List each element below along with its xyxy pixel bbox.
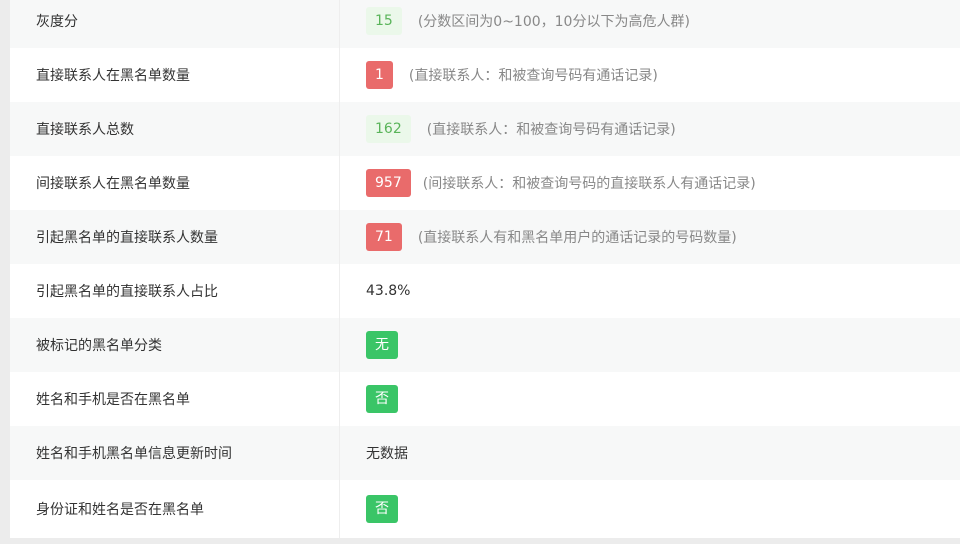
label-cell: 身份证和姓名是否在黑名单: [10, 480, 340, 538]
value-cell: 71 (直接联系人有和黑名单用户的通话记录的号码数量): [340, 210, 960, 264]
table-row-id-name-blacklisted: 身份证和姓名是否在黑名单 否: [10, 480, 960, 538]
value-cell: 否: [340, 372, 960, 426]
label-cell: 直接联系人在黑名单数量: [10, 48, 340, 102]
value-cell: 162 (直接联系人：和被查询号码有通话记录): [340, 102, 960, 156]
row-note: (直接联系人：和被查询号码有通话记录): [426, 122, 676, 138]
row-label: 引起黑名单的直接联系人数量: [36, 230, 218, 246]
count-badge: 162: [366, 115, 411, 143]
label-cell: 引起黑名单的直接联系人数量: [10, 210, 340, 264]
status-badge: 否: [366, 495, 398, 523]
row-note: (间接联系人：和被查询号码的直接联系人有通话记录): [422, 176, 756, 192]
label-cell: 引起黑名单的直接联系人占比: [10, 264, 340, 318]
row-label: 间接联系人在黑名单数量: [36, 176, 190, 192]
label-cell: 被标记的黑名单分类: [10, 318, 340, 372]
value-cell: 43.8%: [340, 264, 960, 318]
row-note: (直接联系人有和黑名单用户的通话记录的号码数量): [417, 230, 737, 246]
table-row-name-phone-blacklisted: 姓名和手机是否在黑名单 否: [10, 372, 960, 426]
status-badge: 否: [366, 385, 398, 413]
row-label: 灰度分: [36, 14, 78, 30]
label-cell: 直接联系人总数: [10, 102, 340, 156]
row-note: (分数区间为0~100，10分以下为高危人群): [417, 14, 690, 30]
value-cell: 957 (间接联系人：和被查询号码的直接联系人有通话记录): [340, 156, 960, 210]
label-cell: 间接联系人在黑名单数量: [10, 156, 340, 210]
count-badge: 1: [366, 61, 393, 89]
row-label: 身份证和姓名是否在黑名单: [36, 502, 204, 518]
score-badge: 15: [366, 7, 402, 35]
row-note: (直接联系人：和被查询号码有通话记录): [408, 68, 658, 84]
status-badge: 无: [366, 331, 398, 359]
table-row-indirect-blacklist-count: 间接联系人在黑名单数量 957 (间接联系人：和被查询号码的直接联系人有通话记录…: [10, 156, 960, 210]
value-cell: 否: [340, 480, 960, 538]
value-cell: 无: [340, 318, 960, 372]
table-row-name-phone-update-time: 姓名和手机黑名单信息更新时间 无数据: [10, 426, 960, 480]
count-badge: 71: [366, 223, 402, 251]
label-cell: 姓名和手机是否在黑名单: [10, 372, 340, 426]
blacklist-info-table: 灰度分 15 (分数区间为0~100，10分以下为高危人群) 直接联系人在黑名单…: [10, 0, 960, 544]
value-cell: 1 (直接联系人：和被查询号码有通话记录): [340, 48, 960, 102]
table-row-causing-contacts-ratio: 引起黑名单的直接联系人占比 43.8%: [10, 264, 960, 318]
count-badge: 957: [366, 169, 411, 197]
table-row-causing-contacts-count: 引起黑名单的直接联系人数量 71 (直接联系人有和黑名单用户的通话记录的号码数量…: [10, 210, 960, 264]
row-label: 姓名和手机是否在黑名单: [36, 392, 190, 408]
table-row-direct-blacklist-count: 直接联系人在黑名单数量 1 (直接联系人：和被查询号码有通话记录): [10, 48, 960, 102]
row-label: 姓名和手机黑名单信息更新时间: [36, 446, 232, 462]
table-row-blacklist-category: 被标记的黑名单分类 无: [10, 318, 960, 372]
label-cell: 姓名和手机黑名单信息更新时间: [10, 426, 340, 480]
value-cell: 15 (分数区间为0~100，10分以下为高危人群): [340, 0, 960, 48]
update-time-value: 无数据: [366, 446, 408, 462]
row-label: 被标记的黑名单分类: [36, 338, 162, 354]
row-label: 直接联系人在黑名单数量: [36, 68, 190, 84]
ratio-value: 43.8%: [366, 283, 411, 299]
table-row-gray-score: 灰度分 15 (分数区间为0~100，10分以下为高危人群): [10, 0, 960, 48]
row-label: 直接联系人总数: [36, 122, 134, 138]
table-row-direct-contacts-total: 直接联系人总数 162 (直接联系人：和被查询号码有通话记录): [10, 102, 960, 156]
row-label: 引起黑名单的直接联系人占比: [36, 284, 218, 300]
label-cell: 灰度分: [10, 0, 340, 48]
value-cell: 无数据: [340, 426, 960, 480]
